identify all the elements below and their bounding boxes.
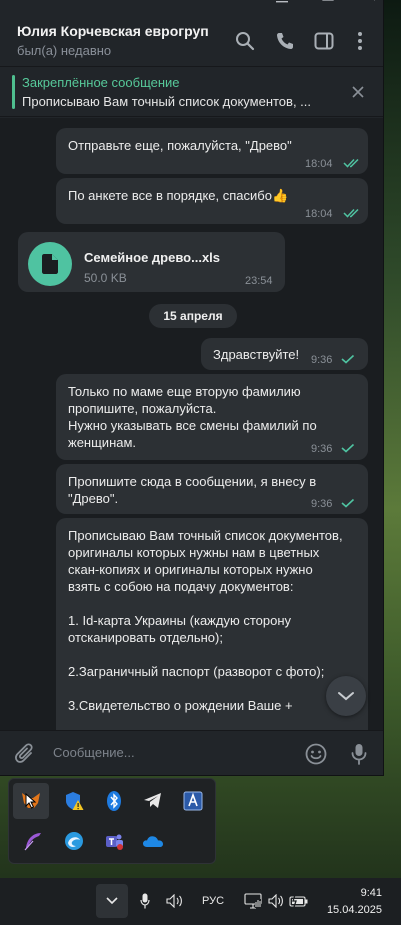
tray-overflow-panel [8,778,216,864]
check-icon [341,354,355,364]
message-text: Пропишите сюда в сообщении, я внесу в "Д… [68,474,317,506]
telegram-window: Юлия Корчевская еврогруп был(а) недавно … [0,0,384,776]
chat-title[interactable]: Юлия Корчевская еврогруп [17,23,209,39]
message-content: По анкете все в порядке, спасибо👍 [68,187,288,204]
phone-icon[interactable] [274,30,296,52]
keyboard-layout-a-icon[interactable] [175,783,211,819]
message-bubble[interactable]: По анкете все в порядке, спасибо👍 18:04 [56,178,368,224]
message-list[interactable]: Отправьте еще, пожалуйста, "Древо" 18:04… [0,118,383,730]
chevron-down-icon [338,692,354,701]
message-time: 9:36 [311,498,333,510]
network-icon[interactable] [242,884,264,918]
pinned-text: Прописываю Вам точный список документов,… [22,94,312,109]
scroll-down-button[interactable] [326,676,366,716]
browser-globe-icon[interactable] [56,823,92,859]
file-size: 50.0 KB [84,271,127,285]
microphone-icon[interactable] [347,742,371,766]
double-check-icon [343,208,359,218]
minimize-icon[interactable] [262,0,302,10]
thumbs-up-emoji: 👍 [271,188,289,203]
teams-icon[interactable] [96,823,132,859]
bluetooth-icon[interactable] [96,783,132,819]
message-time: 18:04 [305,158,333,170]
title-bar [0,0,383,10]
message-time: 23:54 [245,275,273,287]
message-bubble[interactable]: Только по маме еще вторую фамилию пропиш… [56,374,368,460]
double-check-icon [343,158,359,168]
search-icon[interactable] [234,30,256,52]
message-bubble[interactable]: Пропишите сюда в сообщении, я внесу в "Д… [56,464,368,514]
message-text: Только по маме еще вторую фамилию пропиш… [68,384,317,450]
close-window-icon[interactable] [350,0,383,10]
check-icon [341,443,355,453]
battery-icon[interactable] [288,884,310,918]
file-document-icon[interactable] [28,242,72,286]
message-time: 18:04 [305,208,333,220]
clock-date[interactable]: 15.04.2025 [322,904,382,916]
windows-security-warning-icon[interactable] [56,783,92,819]
tray-overflow-button[interactable] [96,884,128,918]
message-input[interactable]: Сообщение... [53,745,135,760]
message-time: 9:36 [311,443,333,455]
attach-icon[interactable] [13,742,37,766]
speaker-icon[interactable] [266,884,286,918]
file-message[interactable]: Семейное древо...xls 50.0 KB 23:54 [18,232,285,292]
message-text: Здравствуйте! [213,347,300,362]
chat-status: был(а) недавно [17,43,112,58]
check-icon [341,498,355,508]
message-bubble[interactable]: Отправьте еще, пожалуйста, "Древо" 18:04 [56,128,368,174]
maximize-icon[interactable] [308,0,348,10]
language-indicator[interactable]: РУС [198,884,228,918]
message-time: 9:36 [311,354,333,366]
chevron-down-icon [106,897,118,905]
telegram-icon[interactable] [135,783,171,819]
emoji-icon[interactable] [304,742,328,766]
close-icon[interactable] [348,82,368,102]
message-bubble[interactable]: Здравствуйте! 9:36 [201,338,368,370]
volume-icon[interactable] [164,884,186,918]
feather-icon[interactable] [15,823,51,859]
message-text: Отправьте еще, пожалуйста, "Древо" [68,138,292,153]
message-text: По анкете все в порядке, спасибо [68,188,272,203]
file-name: Семейное древо...xls [84,250,221,265]
message-composer[interactable]: Сообщение... [0,730,383,775]
pinned-title: Закреплённое сообщение [22,75,180,90]
pinned-message[interactable]: Закреплённое сообщение Прописываю Вам то… [0,67,383,117]
metamask-fox-icon[interactable] [13,783,49,819]
taskbar: РУС 9:41 15.04.2025 [0,878,401,925]
pinned-indicator [12,75,15,109]
clock-time[interactable]: 9:41 [328,887,382,899]
message-bubble[interactable]: Прописываю Вам точный список документов,… [56,518,368,730]
more-vertical-icon[interactable] [349,30,371,52]
sidebar-toggle-icon[interactable] [313,30,335,52]
microphone-status-icon[interactable] [136,884,154,918]
message-text: Прописываю Вам точный список документов,… [68,528,343,713]
day-separator: 15 апреля [149,304,237,328]
onedrive-cloud-icon[interactable] [135,823,171,859]
chat-header[interactable]: Юлия Корчевская еврогруп был(а) недавно [0,10,383,67]
